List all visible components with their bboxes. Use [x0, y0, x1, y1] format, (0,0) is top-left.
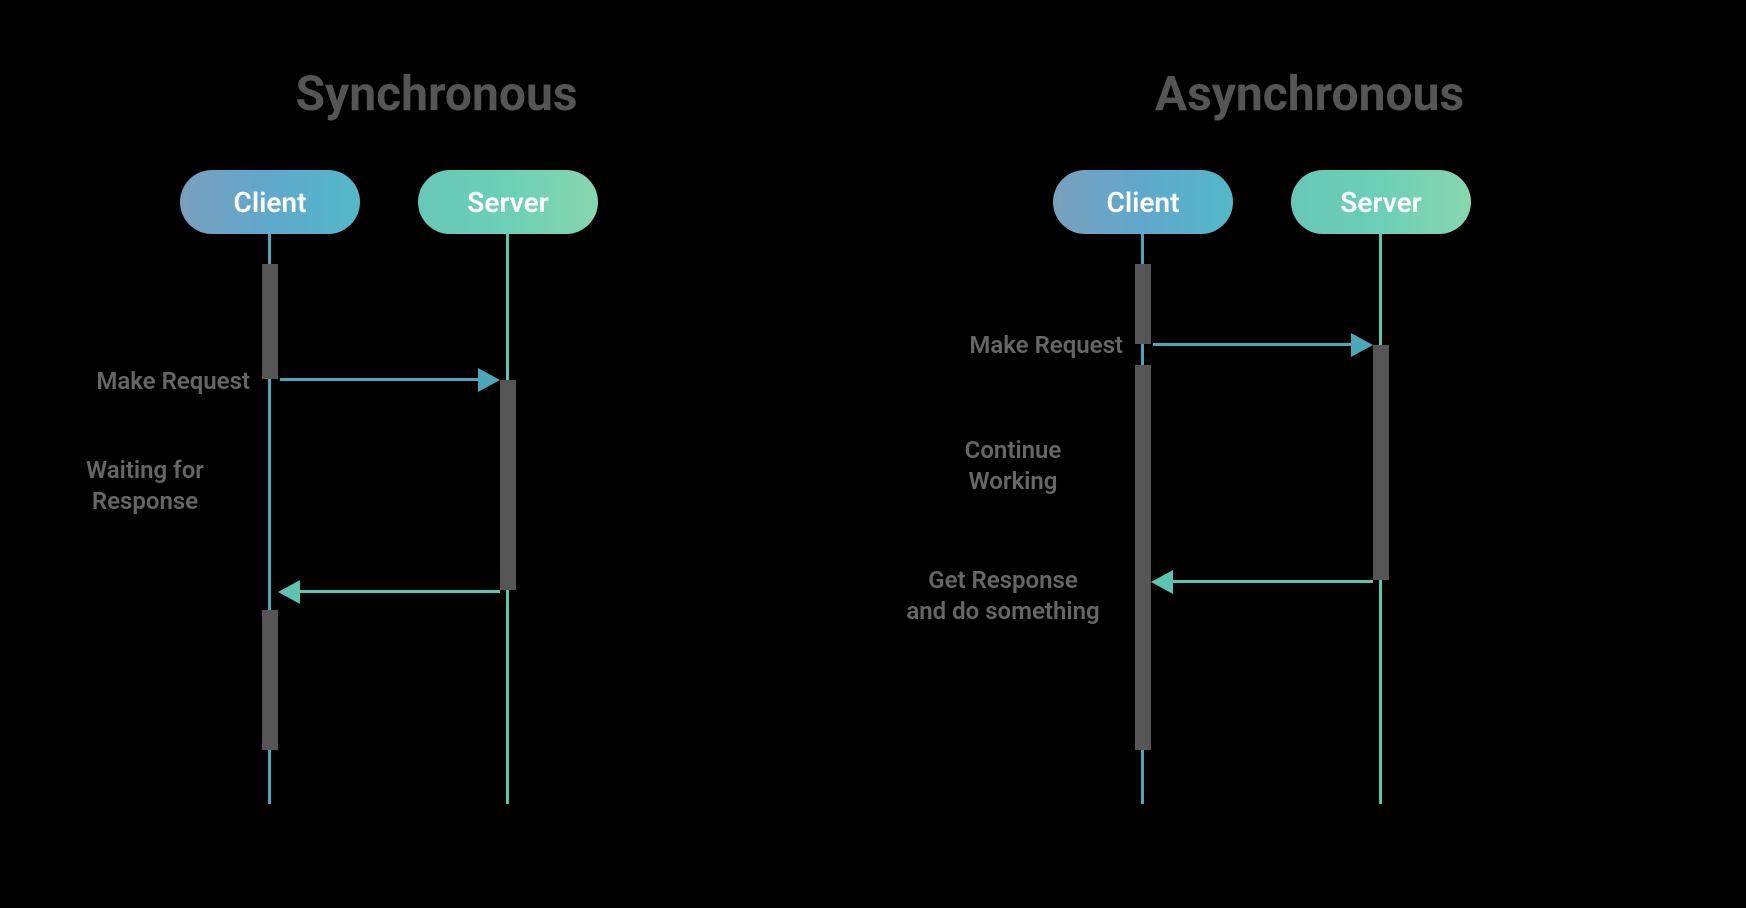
async-server-label: Server [1340, 186, 1421, 219]
asynchronous-section: Asynchronous Client Server Make Request … [873, 0, 1746, 908]
async-client-activation-1 [1135, 264, 1151, 344]
sync-client-pill: Client [180, 170, 360, 234]
sync-response-arrow-line [300, 590, 500, 593]
sync-server-pill: Server [418, 170, 598, 234]
diagram-container: Synchronous Client Server Make Request W… [0, 0, 1746, 908]
sync-client-activation-2 [262, 610, 278, 750]
async-title: Asynchronous [873, 65, 1746, 122]
async-server-activation [1373, 345, 1389, 580]
sync-request-arrow-line [280, 378, 480, 381]
async-server-pill: Server [1291, 170, 1471, 234]
sync-server-label: Server [467, 186, 548, 219]
sync-response-arrow-head [278, 580, 300, 604]
async-response-arrow-line [1173, 580, 1373, 583]
async-client-activation-2 [1135, 365, 1151, 750]
sync-title: Synchronous [0, 65, 873, 122]
async-make-request-label: Make Request [903, 330, 1123, 361]
async-client-pill: Client [1053, 170, 1233, 234]
async-request-arrow-line [1153, 343, 1353, 346]
sync-request-arrow-head [478, 368, 500, 392]
sync-make-request-label: Make Request [40, 366, 250, 397]
sync-client-activation-1 [262, 264, 278, 379]
async-request-arrow-head [1351, 333, 1373, 357]
async-response-arrow-head [1151, 570, 1173, 594]
sync-waiting-label: Waiting for Response [40, 455, 250, 517]
sync-server-activation [500, 380, 516, 590]
synchronous-section: Synchronous Client Server Make Request W… [0, 0, 873, 908]
async-client-label: Client [1107, 186, 1180, 219]
async-continue-label: Continue Working [903, 435, 1123, 497]
sync-client-label: Client [234, 186, 307, 219]
async-getresp-label: Get Response and do something [883, 565, 1123, 627]
